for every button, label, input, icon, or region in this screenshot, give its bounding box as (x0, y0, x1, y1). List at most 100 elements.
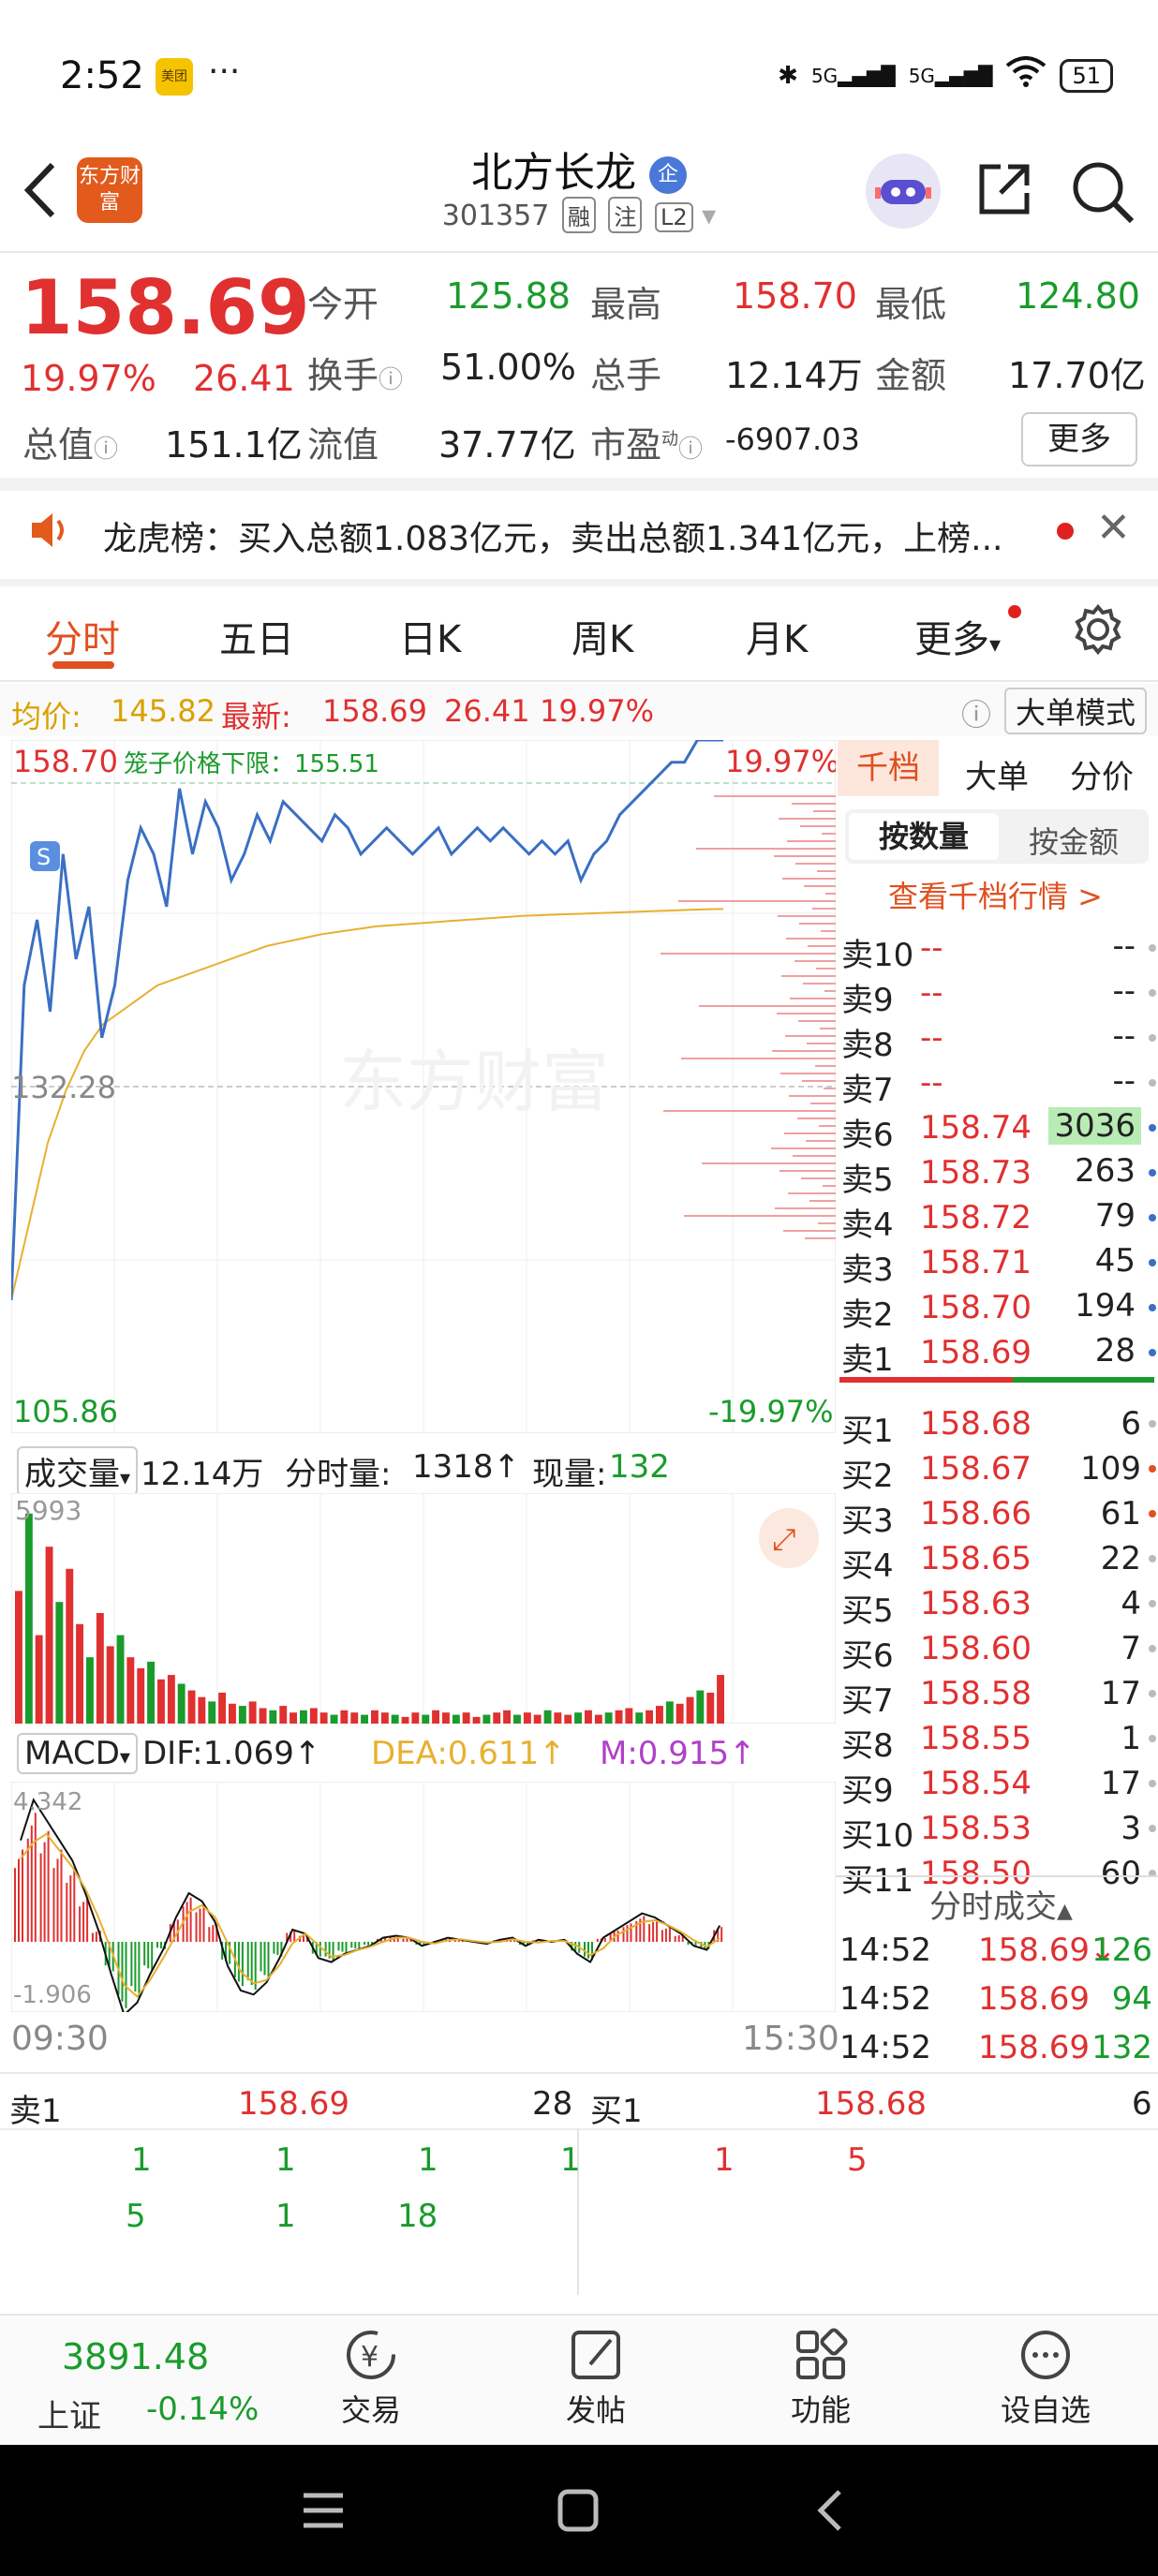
home-icon[interactable] (555, 2488, 601, 2537)
ask-level-row[interactable]: 卖2 158.70 194 (836, 1283, 1158, 1334)
volume-bar (86, 1657, 94, 1724)
volume-bar (411, 1712, 420, 1724)
edit-icon (572, 2331, 620, 2379)
system-nav-bar (0, 2445, 1158, 2576)
volume-bar (147, 1661, 155, 1724)
bid-level-row[interactable]: 买6 158.60 7 (836, 1624, 1158, 1675)
tab-five-day[interactable]: 五日 (219, 609, 294, 663)
volume-bar (55, 1602, 64, 1724)
nav-trade[interactable]: ¥ 交易 (334, 2327, 408, 2430)
sell-order-1: 1 (131, 2141, 152, 2179)
more-quote-button[interactable]: 更多 (1021, 412, 1137, 466)
tab-more[interactable]: 更多▾ (914, 605, 1021, 663)
level-label: 买11 (841, 1862, 914, 1900)
bid-level-row[interactable]: 买9 158.54 17 (836, 1759, 1158, 1810)
latest-price: 158.69 (322, 693, 427, 729)
nav-functions[interactable]: 功能 (783, 2327, 858, 2430)
view-depth-link[interactable]: 查看千档行情 > (888, 873, 1103, 916)
pe-dynamic-mark: 动 (661, 429, 679, 450)
volume-chart[interactable]: 5993 ⤢ (11, 1493, 836, 1724)
status-icons: ✱ 5G▂▄▆█ 5G▂▄▆█ 51 (778, 56, 1113, 95)
ask-level-row[interactable]: 卖7 -- -- (836, 1059, 1158, 1109)
avg-label: 均价: (11, 699, 82, 734)
volume-bar (106, 1646, 114, 1724)
index-value[interactable]: 3891.48 (62, 2336, 209, 2377)
intraday-chart[interactable]: 东方财富 158.70 笼子价格下限：155.51 19.97% 132.28 … (11, 740, 836, 1433)
search-icon[interactable] (1070, 159, 1136, 225)
info-icon[interactable]: ⓘ (379, 366, 403, 394)
level-volume: 3036 (1048, 1107, 1141, 1145)
order-queue: 卖1 158.69 28 买1 158.68 6 1 1 1 1 5 1 18 … (0, 2074, 1158, 2295)
bid-level-row[interactable]: 买1 158.68 6 (836, 1399, 1158, 1450)
macd-selector[interactable]: MACD▾ (17, 1733, 138, 1774)
bottom-nav: 3891.48 上证 -0.14% ¥ 交易 发帖 功能 设自选 (0, 2314, 1158, 2445)
dropdown-icon[interactable]: ▾ (702, 200, 716, 232)
macd-chart[interactable]: 4.342 -1.906 (11, 1782, 836, 2012)
info-icon[interactable]: ⓘ (94, 436, 118, 464)
ask-level-row[interactable]: 卖10 -- -- (836, 924, 1158, 974)
help-icon[interactable]: ⓘ (961, 691, 991, 734)
ask-level-row[interactable]: 卖9 -- -- (836, 969, 1158, 1019)
volume-selector[interactable]: 成交量▾ (17, 1446, 139, 1496)
level-volume: -- (1112, 927, 1136, 965)
level-price: 158.63 (920, 1585, 1032, 1622)
tab-thousand-levels[interactable]: 千档 (838, 740, 939, 796)
close-icon[interactable]: ✕ (1096, 504, 1131, 552)
volume-bar (238, 1706, 246, 1724)
by-quantity-tab[interactable]: 按数量 (849, 813, 999, 860)
ai-assistant-icon[interactable] (866, 154, 941, 229)
chevron-up-icon: ▲ (1057, 1900, 1073, 1923)
ask-level-row[interactable]: 卖4 158.72 79 (836, 1193, 1158, 1244)
level-price: -- (920, 1019, 943, 1057)
tab-large-orders[interactable]: 大单 (965, 751, 1029, 797)
ask-level-row[interactable]: 卖1 158.69 28 (836, 1328, 1158, 1379)
trades-title[interactable]: 分时成交▲ (929, 1881, 1073, 1927)
index-name: 上证 (37, 2398, 101, 2435)
tab-daily-k[interactable]: 日K (399, 609, 461, 663)
tab-intraday[interactable]: 分时 (45, 609, 120, 663)
ask-level-row[interactable]: 卖6 158.74 3036 (836, 1103, 1158, 1154)
nav-add-watchlist[interactable]: 设自选 (989, 2327, 1102, 2430)
bid-level-row[interactable]: 买4 158.65 22 (836, 1534, 1158, 1585)
tab-price-distribution[interactable]: 分价 (1070, 751, 1134, 797)
by-amount-tab[interactable]: 按金额 (1029, 819, 1119, 862)
level-volume: 194 (1075, 1287, 1136, 1325)
bid-level-row[interactable]: 买2 158.67 109 (836, 1444, 1158, 1495)
settings-gear-icon[interactable] (1072, 603, 1124, 665)
level-volume: 7 (1121, 1630, 1141, 1667)
volume-bar (15, 1591, 22, 1724)
info-icon[interactable]: ⓘ (678, 436, 703, 464)
bid-level-row[interactable]: 买3 158.66 61 (836, 1489, 1158, 1540)
bid-level-row[interactable]: 买5 158.63 4 (836, 1579, 1158, 1630)
dragon-tiger-notice[interactable]: 龙虎榜：买入总额1.083亿元，卖出总额1.341亿元，上榜... ✕ (0, 487, 1158, 581)
queue-sell-price: 158.69 (238, 2085, 349, 2123)
menu-icon[interactable] (300, 2488, 347, 2537)
volume-bar (208, 1701, 216, 1724)
level-volume: 6 (1121, 1405, 1141, 1443)
bid-level-row[interactable]: 买7 158.58 17 (836, 1669, 1158, 1720)
signal-5g-icon: 5G▂▄▆█ (908, 64, 993, 87)
battery-icon: 51 (1060, 58, 1113, 93)
ask-level-row[interactable]: 卖8 -- -- (836, 1014, 1158, 1064)
level2-tag[interactable]: L2 (654, 202, 693, 232)
share-icon[interactable] (974, 159, 1034, 219)
volume-bar (422, 1714, 430, 1724)
nav-post[interactable]: 发帖 (558, 2327, 633, 2430)
time-end: 15:30 (742, 2020, 839, 2058)
ask-level-row[interactable]: 卖3 158.71 45 (836, 1238, 1158, 1289)
level-dot (1149, 1465, 1156, 1473)
volume-bar (452, 1714, 460, 1724)
volume-bar (646, 1710, 653, 1724)
level-price: 158.69 (920, 1334, 1032, 1371)
ask-level-row[interactable]: 卖5 158.73 263 (836, 1148, 1158, 1199)
level-volume: 3 (1121, 1810, 1141, 1847)
tab-weekly-k[interactable]: 周K (572, 609, 633, 663)
big-order-mode-button[interactable]: 大单模式 (1004, 688, 1148, 734)
bid-level-row[interactable]: 买8 158.55 1 (836, 1714, 1158, 1765)
tab-monthly-k[interactable]: 月K (746, 609, 808, 663)
bid-level-row[interactable]: 买10 158.53 3 (836, 1804, 1158, 1855)
volume-bar (462, 1712, 470, 1724)
back-nav-icon[interactable] (808, 2488, 854, 2537)
level-dot (1149, 1600, 1156, 1607)
volume-bar (177, 1683, 186, 1724)
